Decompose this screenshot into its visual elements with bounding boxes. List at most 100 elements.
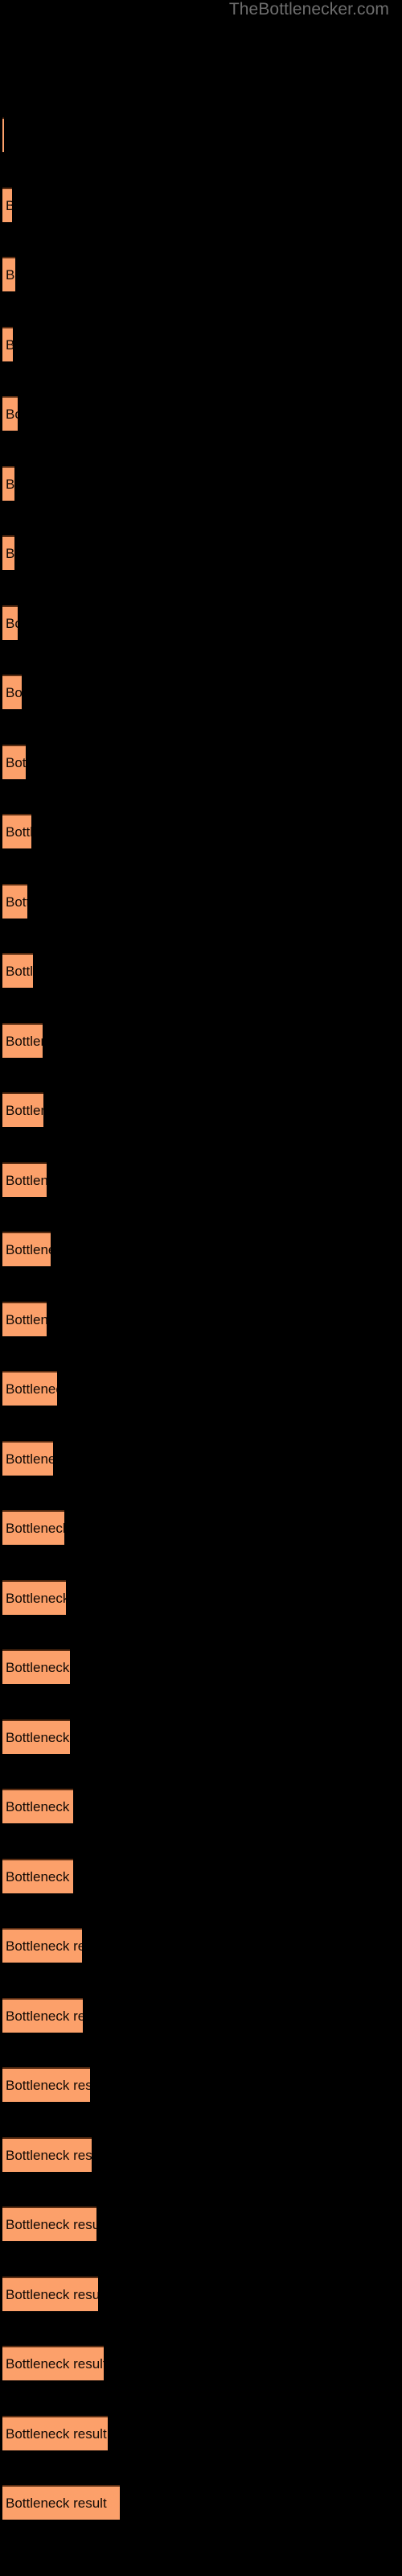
bar-clip: Bottleneck result [2, 1371, 57, 1406]
bar-clip: Bottleneck result [2, 1579, 66, 1615]
bar-clip: Bottleneck result [2, 396, 18, 431]
bar-row: Bottleneck result [2, 1232, 51, 1266]
bar-rect [2, 2207, 96, 2241]
bar-clip: Bottleneck result [2, 1789, 73, 1823]
bar-clip: Bottleneck result [2, 257, 15, 291]
bar-rect [2, 465, 14, 501]
bar-clip: Bottleneck result [2, 953, 33, 988]
bar-clip: Bottleneck result [2, 1162, 47, 1197]
bar-row: Bottleneck result [2, 2485, 120, 2520]
bar-rect [2, 1928, 82, 1963]
bar-clip: Bottleneck result [2, 814, 31, 848]
bar-row: Bottleneck result [2, 1510, 64, 1545]
bar-rect [2, 326, 13, 361]
bar-clip: Bottleneck result [2, 187, 12, 222]
bar-row: Bottleneck result [2, 118, 4, 152]
bar-row: Bottleneck result [2, 744, 26, 779]
bar-row: Bottleneck result [2, 187, 12, 222]
bar-row: Bottleneck result [2, 2136, 92, 2172]
bar-rect [2, 1371, 57, 1406]
bar-row: Bottleneck result [2, 1440, 53, 1476]
bar-rect [2, 257, 15, 291]
bar-rect [2, 1162, 47, 1197]
bar-row: Bottleneck result [2, 814, 31, 848]
bar-clip: Bottleneck result [2, 675, 22, 709]
bar-row: Bottleneck result [2, 1928, 82, 1963]
bar-row: Bottleneck result [2, 2276, 98, 2311]
bar-rect [2, 1649, 70, 1684]
bar-row: Bottleneck result [2, 1022, 43, 1058]
bar-row: Bottleneck result [2, 1092, 43, 1127]
bar-clip: Bottleneck result [2, 2485, 120, 2520]
bar-row: Bottleneck result [2, 1162, 47, 1197]
bar-clip: Bottleneck result [2, 118, 4, 152]
bar-rect [2, 883, 27, 919]
bar-rect [2, 1510, 64, 1545]
bar-rect [2, 187, 12, 222]
bar-clip: Bottleneck result [2, 1510, 64, 1545]
bar-rect [2, 953, 33, 988]
bar-row: Bottleneck result [2, 2415, 108, 2450]
bar-rect [2, 814, 31, 848]
bar-clip: Bottleneck result [2, 1092, 43, 1127]
bar-row: Bottleneck result [2, 1997, 83, 2033]
bar-row: Bottleneck result [2, 1719, 70, 1754]
bar-clip: Bottleneck result [2, 2067, 90, 2102]
bar-clip: Bottleneck result [2, 326, 13, 361]
bar-clip: Bottleneck result [2, 1301, 47, 1336]
bar-clip: Bottleneck result [2, 1022, 43, 1058]
bar-row: Bottleneck result [2, 953, 33, 988]
bar-rect [2, 2415, 108, 2450]
bar-clip: Bottleneck result [2, 2207, 96, 2241]
bar-row: Bottleneck result [2, 1301, 47, 1336]
bar-clip: Bottleneck result [2, 605, 18, 640]
bar-rect [2, 1858, 73, 1893]
bar-row: Bottleneck result [2, 1789, 73, 1823]
bar-row: Bottleneck result [2, 1579, 66, 1615]
bottleneck-chart: TheBottlenecker.com Bottleneck resultBot… [0, 0, 402, 2576]
bar-row: Bottleneck result [2, 1649, 70, 1684]
bar-row: Bottleneck result [2, 1858, 73, 1893]
bar-row: Bottleneck result [2, 396, 18, 431]
bar-rect [2, 1301, 47, 1336]
bar-rect [2, 1997, 83, 2033]
bar-row: Bottleneck result [2, 883, 27, 919]
bar-row: Bottleneck result [2, 2207, 96, 2241]
bar-clip: Bottleneck result [2, 1997, 83, 2033]
bar-clip: Bottleneck result [2, 1719, 70, 1754]
bar-clip: Bottleneck result [2, 2415, 108, 2450]
bar-rect [2, 675, 22, 709]
bar-row: Bottleneck result [2, 465, 14, 501]
bar-row: Bottleneck result [2, 535, 14, 570]
bar-clip: Bottleneck result [2, 2136, 92, 2172]
bar-rect [2, 396, 18, 431]
bar-rect [2, 118, 4, 152]
bar-series-layer: Bottleneck result Bottleneck result Bottle… [0, 0, 402, 2576]
bar-clip: Bottleneck result [2, 465, 14, 501]
bar-clip: Bottleneck result [2, 1858, 73, 1893]
bar-clip: Bottleneck result [2, 883, 27, 919]
bar-rect [2, 2067, 90, 2102]
bar-rect [2, 1579, 66, 1615]
bar-clip: Bottleneck result [2, 1232, 51, 1266]
bar-clip: Bottleneck result [2, 1928, 82, 1963]
bar-rect [2, 1719, 70, 1754]
bar-clip: Bottleneck result [2, 1440, 53, 1476]
bar-rect [2, 1789, 73, 1823]
bar-clip: Bottleneck result [2, 2346, 104, 2380]
bar-rect [2, 2276, 98, 2311]
bar-clip: Bottleneck result [2, 2276, 98, 2311]
bar-rect [2, 1092, 43, 1127]
bar-row: Bottleneck result [2, 605, 18, 640]
bar-rect [2, 1440, 53, 1476]
bar-clip: Bottleneck result [2, 1649, 70, 1684]
bar-rect [2, 2485, 120, 2520]
bar-clip: Bottleneck result [2, 744, 26, 779]
bar-rect [2, 535, 14, 570]
bar-clip: Bottleneck result [2, 535, 14, 570]
bar-rect [2, 744, 26, 779]
bar-rect [2, 1022, 43, 1058]
bar-row: Bottleneck result [2, 2067, 90, 2102]
bar-row: Bottleneck result [2, 1371, 57, 1406]
bar-row: Bottleneck result [2, 257, 15, 291]
